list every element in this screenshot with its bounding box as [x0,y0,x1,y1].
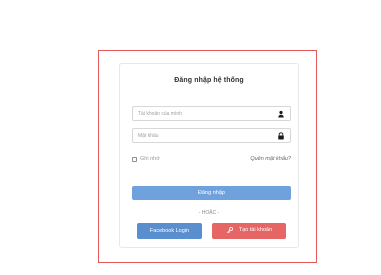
create-account-button[interactable]: Tạo tài khoản [212,223,286,239]
password-field[interactable] [132,128,291,143]
create-account-button-content: Tạo tài khoản [226,226,272,234]
lock-icon [276,131,286,141]
forgot-password-link[interactable]: Quên mật khẩu? [250,156,291,162]
facebook-login-button[interactable]: Facebook Login [137,223,202,239]
login-card: Đăng nhập hệ thống Tài khoản của mình Gh… [119,63,299,248]
username-input[interactable] [138,109,264,119]
or-separator: - HOẶC - [198,210,220,216]
social-buttons: Facebook Login Tạo tài khoản [120,223,298,239]
login-title: Đăng nhập hệ thống [174,77,244,84]
password-input[interactable] [138,131,264,141]
user-icon [276,109,286,119]
username-field[interactable] [132,106,291,121]
login-frame: Đăng nhập hệ thống Tài khoản của mình Gh… [98,50,317,263]
remember-checkbox[interactable] [132,157,137,162]
remember-label[interactable]: Ghi nhớ [140,156,160,162]
login-button[interactable]: Đăng nhập [132,186,291,200]
remember-row: Ghi nhớ Quên mật khẩu? [132,156,291,166]
key-icon [226,226,234,234]
create-account-button-label: Tạo tài khoản [238,227,273,233]
page: Đăng nhập hệ thống Tài khoản của mình Gh… [0,0,381,275]
